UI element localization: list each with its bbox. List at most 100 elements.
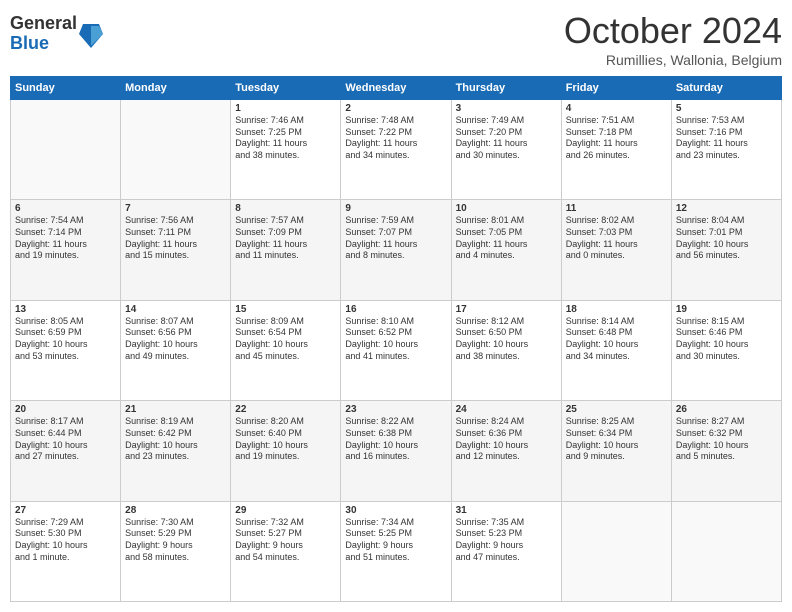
calendar-cell — [671, 501, 781, 601]
calendar-cell: 16Sunrise: 8:10 AMSunset: 6:52 PMDayligh… — [341, 300, 451, 400]
calendar-table: SundayMondayTuesdayWednesdayThursdayFrid… — [10, 76, 782, 602]
calendar-cell: 28Sunrise: 7:30 AMSunset: 5:29 PMDayligh… — [121, 501, 231, 601]
day-number: 23 — [345, 404, 446, 415]
cell-info: Sunrise: 8:17 AMSunset: 6:44 PMDaylight:… — [15, 416, 116, 463]
logo-text: General Blue — [10, 14, 77, 54]
calendar-cell: 2Sunrise: 7:48 AMSunset: 7:22 PMDaylight… — [341, 100, 451, 200]
cell-info: Sunrise: 8:27 AMSunset: 6:32 PMDaylight:… — [676, 416, 777, 463]
cell-info: Sunrise: 7:51 AMSunset: 7:18 PMDaylight:… — [566, 115, 667, 162]
cell-info: Sunrise: 7:30 AMSunset: 5:29 PMDaylight:… — [125, 517, 226, 564]
cell-info: Sunrise: 7:32 AMSunset: 5:27 PMDaylight:… — [235, 517, 336, 564]
calendar-cell — [121, 100, 231, 200]
cell-info: Sunrise: 7:34 AMSunset: 5:25 PMDaylight:… — [345, 517, 446, 564]
day-number: 18 — [566, 304, 667, 315]
calendar-row: 1Sunrise: 7:46 AMSunset: 7:25 PMDaylight… — [11, 100, 782, 200]
calendar-cell: 18Sunrise: 8:14 AMSunset: 6:48 PMDayligh… — [561, 300, 671, 400]
calendar-row: 27Sunrise: 7:29 AMSunset: 5:30 PMDayligh… — [11, 501, 782, 601]
cell-info: Sunrise: 7:46 AMSunset: 7:25 PMDaylight:… — [235, 115, 336, 162]
weekday-header: Thursday — [451, 77, 561, 100]
calendar-row: 13Sunrise: 8:05 AMSunset: 6:59 PMDayligh… — [11, 300, 782, 400]
day-number: 15 — [235, 304, 336, 315]
logo-general: General — [10, 14, 77, 34]
calendar-cell: 24Sunrise: 8:24 AMSunset: 6:36 PMDayligh… — [451, 401, 561, 501]
weekday-header: Sunday — [11, 77, 121, 100]
calendar-cell: 30Sunrise: 7:34 AMSunset: 5:25 PMDayligh… — [341, 501, 451, 601]
calendar-cell: 17Sunrise: 8:12 AMSunset: 6:50 PMDayligh… — [451, 300, 561, 400]
title-block: October 2024 Rumillies, Wallonia, Belgiu… — [564, 10, 782, 68]
calendar-row: 20Sunrise: 8:17 AMSunset: 6:44 PMDayligh… — [11, 401, 782, 501]
cell-info: Sunrise: 8:05 AMSunset: 6:59 PMDaylight:… — [15, 316, 116, 363]
day-number: 20 — [15, 404, 116, 415]
cell-info: Sunrise: 8:24 AMSunset: 6:36 PMDaylight:… — [456, 416, 557, 463]
day-number: 25 — [566, 404, 667, 415]
header-row: SundayMondayTuesdayWednesdayThursdayFrid… — [11, 77, 782, 100]
calendar-cell — [11, 100, 121, 200]
calendar-cell: 6Sunrise: 7:54 AMSunset: 7:14 PMDaylight… — [11, 200, 121, 300]
logo: General Blue — [10, 14, 103, 54]
cell-info: Sunrise: 7:49 AMSunset: 7:20 PMDaylight:… — [456, 115, 557, 162]
calendar-cell: 25Sunrise: 8:25 AMSunset: 6:34 PMDayligh… — [561, 401, 671, 501]
weekday-header: Wednesday — [341, 77, 451, 100]
calendar-cell: 8Sunrise: 7:57 AMSunset: 7:09 PMDaylight… — [231, 200, 341, 300]
day-number: 8 — [235, 203, 336, 214]
day-number: 28 — [125, 505, 226, 516]
calendar-cell: 26Sunrise: 8:27 AMSunset: 6:32 PMDayligh… — [671, 401, 781, 501]
day-number: 10 — [456, 203, 557, 214]
calendar-cell: 3Sunrise: 7:49 AMSunset: 7:20 PMDaylight… — [451, 100, 561, 200]
calendar-cell: 20Sunrise: 8:17 AMSunset: 6:44 PMDayligh… — [11, 401, 121, 501]
day-number: 9 — [345, 203, 446, 214]
day-number: 21 — [125, 404, 226, 415]
calendar-cell: 19Sunrise: 8:15 AMSunset: 6:46 PMDayligh… — [671, 300, 781, 400]
calendar-cell: 11Sunrise: 8:02 AMSunset: 7:03 PMDayligh… — [561, 200, 671, 300]
calendar-cell: 13Sunrise: 8:05 AMSunset: 6:59 PMDayligh… — [11, 300, 121, 400]
month-title: October 2024 — [564, 10, 782, 52]
day-number: 19 — [676, 304, 777, 315]
header: General Blue October 2024 Rumillies, Wal… — [10, 10, 782, 68]
weekday-header: Friday — [561, 77, 671, 100]
cell-info: Sunrise: 8:07 AMSunset: 6:56 PMDaylight:… — [125, 316, 226, 363]
day-number: 3 — [456, 103, 557, 114]
weekday-header: Saturday — [671, 77, 781, 100]
day-number: 29 — [235, 505, 336, 516]
day-number: 6 — [15, 203, 116, 214]
weekday-header: Tuesday — [231, 77, 341, 100]
calendar-cell: 1Sunrise: 7:46 AMSunset: 7:25 PMDaylight… — [231, 100, 341, 200]
calendar-cell: 29Sunrise: 7:32 AMSunset: 5:27 PMDayligh… — [231, 501, 341, 601]
day-number: 17 — [456, 304, 557, 315]
calendar-cell: 14Sunrise: 8:07 AMSunset: 6:56 PMDayligh… — [121, 300, 231, 400]
weekday-header: Monday — [121, 77, 231, 100]
cell-info: Sunrise: 8:02 AMSunset: 7:03 PMDaylight:… — [566, 215, 667, 262]
cell-info: Sunrise: 7:48 AMSunset: 7:22 PMDaylight:… — [345, 115, 446, 162]
location: Rumillies, Wallonia, Belgium — [564, 52, 782, 68]
day-number: 26 — [676, 404, 777, 415]
day-number: 14 — [125, 304, 226, 315]
calendar-cell: 4Sunrise: 7:51 AMSunset: 7:18 PMDaylight… — [561, 100, 671, 200]
calendar-cell: 27Sunrise: 7:29 AMSunset: 5:30 PMDayligh… — [11, 501, 121, 601]
calendar-cell: 22Sunrise: 8:20 AMSunset: 6:40 PMDayligh… — [231, 401, 341, 501]
cell-info: Sunrise: 7:56 AMSunset: 7:11 PMDaylight:… — [125, 215, 226, 262]
logo-icon — [79, 20, 103, 48]
calendar-cell: 21Sunrise: 8:19 AMSunset: 6:42 PMDayligh… — [121, 401, 231, 501]
day-number: 16 — [345, 304, 446, 315]
calendar-cell: 5Sunrise: 7:53 AMSunset: 7:16 PMDaylight… — [671, 100, 781, 200]
calendar-cell: 9Sunrise: 7:59 AMSunset: 7:07 PMDaylight… — [341, 200, 451, 300]
calendar-cell: 31Sunrise: 7:35 AMSunset: 5:23 PMDayligh… — [451, 501, 561, 601]
calendar-cell: 15Sunrise: 8:09 AMSunset: 6:54 PMDayligh… — [231, 300, 341, 400]
cell-info: Sunrise: 8:01 AMSunset: 7:05 PMDaylight:… — [456, 215, 557, 262]
cell-info: Sunrise: 8:04 AMSunset: 7:01 PMDaylight:… — [676, 215, 777, 262]
cell-info: Sunrise: 8:20 AMSunset: 6:40 PMDaylight:… — [235, 416, 336, 463]
day-number: 1 — [235, 103, 336, 114]
day-number: 4 — [566, 103, 667, 114]
day-number: 5 — [676, 103, 777, 114]
calendar-cell — [561, 501, 671, 601]
day-number: 11 — [566, 203, 667, 214]
cell-info: Sunrise: 7:57 AMSunset: 7:09 PMDaylight:… — [235, 215, 336, 262]
cell-info: Sunrise: 8:12 AMSunset: 6:50 PMDaylight:… — [456, 316, 557, 363]
cell-info: Sunrise: 8:19 AMSunset: 6:42 PMDaylight:… — [125, 416, 226, 463]
cell-info: Sunrise: 8:09 AMSunset: 6:54 PMDaylight:… — [235, 316, 336, 363]
day-number: 13 — [15, 304, 116, 315]
day-number: 22 — [235, 404, 336, 415]
calendar-cell: 7Sunrise: 7:56 AMSunset: 7:11 PMDaylight… — [121, 200, 231, 300]
cell-info: Sunrise: 8:25 AMSunset: 6:34 PMDaylight:… — [566, 416, 667, 463]
calendar-cell: 23Sunrise: 8:22 AMSunset: 6:38 PMDayligh… — [341, 401, 451, 501]
